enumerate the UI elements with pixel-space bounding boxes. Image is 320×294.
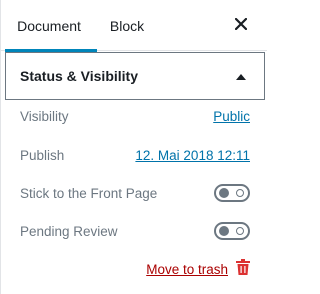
status-visibility-panel-toggle[interactable]: Status & Visibility <box>5 52 265 100</box>
visibility-label: Visibility <box>20 108 69 124</box>
sidebar-tabs: Document Block <box>1 0 267 52</box>
sticky-toggle[interactable] <box>214 184 250 202</box>
move-to-trash-row: Move to trash <box>146 259 250 280</box>
trash-icon[interactable] <box>236 259 250 280</box>
move-to-trash-link[interactable]: Move to trash <box>146 262 228 277</box>
sticky-label: Stick to the Front Page <box>20 185 158 201</box>
pending-review-label: Pending Review <box>20 223 118 239</box>
close-icon <box>235 18 247 30</box>
toggle-knob <box>219 226 229 236</box>
tab-document-label: Document <box>17 17 81 34</box>
publish-row: Publish 12. Mai 2018 12:11 <box>20 145 250 165</box>
toggle-knob <box>219 188 229 198</box>
pending-review-toggle[interactable] <box>214 222 250 240</box>
visibility-row: Visibility Public <box>20 106 250 126</box>
toggle-off-indicator <box>236 189 244 197</box>
caret-up-icon <box>228 66 254 86</box>
settings-sidebar: Document Block Status & Visibility Visib… <box>0 0 267 294</box>
tab-block-label: Block <box>109 17 145 34</box>
toggle-off-indicator <box>236 227 244 235</box>
publish-label: Publish <box>20 147 65 163</box>
close-button[interactable] <box>229 12 253 36</box>
publish-date-link[interactable]: 12. Mai 2018 12:11 <box>135 148 250 163</box>
tab-document[interactable]: Document <box>1 0 97 52</box>
sticky-row: Stick to the Front Page <box>20 183 250 203</box>
panel-title: Status & Visibility <box>20 68 138 84</box>
tab-block[interactable]: Block <box>97 0 157 51</box>
pending-review-row: Pending Review <box>20 221 250 241</box>
visibility-link[interactable]: Public <box>213 109 250 124</box>
